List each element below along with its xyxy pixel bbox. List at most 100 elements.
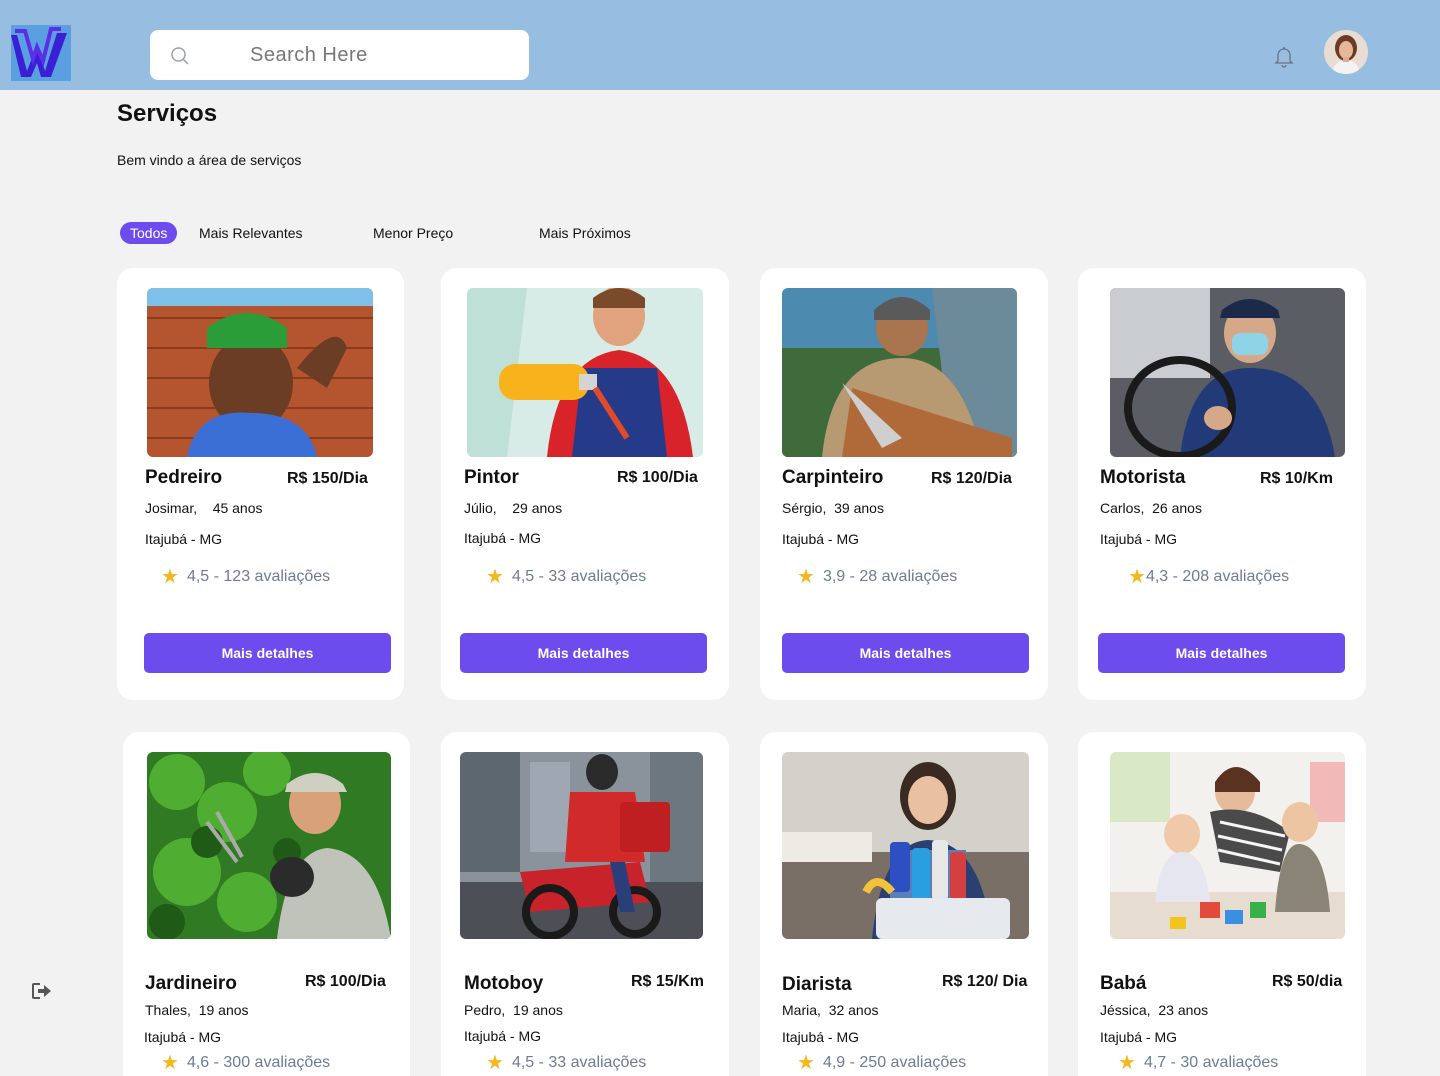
provider-name-age: Maria, 32 anos — [782, 1002, 879, 1018]
service-photo-diarista — [782, 752, 1029, 939]
provider-rating: ★ 4,7 - 30 avaliações — [1118, 1053, 1278, 1073]
star-icon: ★ — [797, 1052, 815, 1074]
provider-name: Júlio, — [464, 500, 497, 516]
provider-name: Carlos, — [1100, 500, 1145, 516]
service-title: Pedreiro — [145, 467, 223, 488]
provider-location: Itajubá - MG — [1100, 531, 1178, 547]
provider-location: Itajubá - MG — [144, 1029, 222, 1045]
details-button[interactable]: Mais detalhes — [782, 633, 1029, 673]
provider-name: Maria, — [782, 1002, 821, 1018]
service-card-motoboy: Motoboy R$ 15/Km Pedro, 19 anos Itajubá … — [441, 732, 729, 1076]
logout-icon[interactable] — [32, 983, 52, 999]
provider-rating: ★ 4,9 - 250 avaliações — [797, 1053, 966, 1073]
provider-age: 23 anos — [1158, 1002, 1209, 1018]
service-card-baba: Babá R$ 50/dia Jéssica, 23 anos Itajubá … — [1078, 732, 1366, 1076]
details-button[interactable]: Mais detalhes — [144, 633, 391, 673]
rating-text: 4,3 - 208 avaliações — [1145, 568, 1290, 585]
provider-age: 32 anos — [828, 1002, 879, 1018]
service-price: R$ 50/dia — [1272, 973, 1343, 990]
service-card-pedreiro: Pedreiro R$ 150/Dia Josimar, 45 anos Ita… — [117, 268, 404, 700]
top-bar — [0, 0, 1440, 90]
provider-age: 19 anos — [513, 1002, 563, 1018]
provider-name-age: Júlio, 29 anos — [464, 500, 562, 516]
search-input[interactable] — [250, 40, 510, 70]
service-photo-motoboy — [460, 752, 703, 939]
provider-location: Itajubá - MG — [1100, 1029, 1178, 1045]
provider-name-age: Carlos, 26 anos — [1100, 500, 1202, 516]
rating-text: 4,7 - 30 avaliações — [1143, 1054, 1279, 1071]
provider-name: Jéssica, — [1100, 1002, 1151, 1018]
star-icon: ★ — [486, 1052, 504, 1074]
provider-age: 45 anos — [212, 500, 263, 516]
bell-icon[interactable] — [1272, 44, 1296, 68]
search-icon — [171, 47, 189, 65]
provider-rating: ★ 4,5 - 33 avaliações — [486, 1053, 646, 1073]
rating-text: 4,5 - 33 avaliações — [511, 568, 647, 585]
provider-name-age: Thales, 19 anos — [145, 1002, 249, 1018]
provider-location: Itajubá - MG — [464, 1028, 542, 1044]
service-price: R$ 10/Km — [1260, 470, 1333, 487]
provider-name: Pedro, — [464, 1002, 506, 1018]
rating-text: 4,5 - 123 avaliações — [186, 568, 331, 585]
rating-text: 4,9 - 250 avaliações — [822, 1054, 967, 1071]
provider-name: Sérgio, — [782, 500, 827, 516]
provider-age: 19 anos — [198, 1002, 249, 1018]
service-photo-baba — [1110, 752, 1345, 939]
provider-name: Thales, — [145, 1002, 191, 1018]
service-photo-jardineiro — [147, 752, 391, 939]
service-title: Motoboy — [464, 973, 544, 994]
star-icon: ★ — [161, 566, 179, 588]
rating-text: 4,5 - 33 avaliações — [511, 1054, 647, 1071]
service-price: R$ 150/Dia — [287, 470, 368, 487]
provider-name-age: Jéssica, 23 anos — [1100, 1002, 1208, 1018]
page-subtitle: Bem vindo a área de serviços — [117, 152, 302, 168]
star-icon: ★ — [1128, 566, 1146, 588]
provider-name-age: Sérgio, 39 anos — [782, 500, 884, 516]
rating-text: 3,9 - 28 avaliações — [822, 568, 958, 585]
filter-mais-relevantes[interactable]: Mais Relevantes — [199, 222, 303, 244]
provider-name-age: Pedro, 19 anos — [464, 1002, 563, 1018]
service-card-diarista: Diarista R$ 120/ Dia Maria, 32 anos Itaj… — [760, 732, 1048, 1076]
service-title: Motorista — [1100, 467, 1186, 488]
provider-rating: ★ 4,6 - 300 avaliações — [161, 1053, 330, 1073]
star-icon: ★ — [1118, 1052, 1136, 1074]
provider-name-age: Josimar, 45 anos — [145, 500, 263, 516]
filter-todos[interactable]: Todos — [120, 222, 178, 244]
provider-name: Josimar, — [145, 500, 198, 516]
logo-icon[interactable] — [11, 25, 71, 81]
provider-location: Itajubá - MG — [145, 531, 223, 547]
avatar[interactable] — [1324, 30, 1368, 74]
provider-location: Itajubá - MG — [782, 531, 860, 547]
rating-text: 4,6 - 300 avaliações — [186, 1054, 331, 1071]
service-title: Jardineiro — [145, 973, 237, 994]
star-icon: ★ — [486, 566, 504, 588]
search-bar[interactable] — [150, 30, 529, 80]
service-photo-motorista — [1110, 288, 1345, 457]
service-price: R$ 100/Dia — [305, 973, 386, 990]
service-photo-pedreiro — [147, 288, 373, 457]
service-photo-pintor — [467, 288, 703, 457]
provider-age: 39 anos — [834, 500, 884, 516]
details-button[interactable]: Mais detalhes — [1098, 633, 1345, 673]
provider-age: 29 anos — [512, 500, 563, 516]
page-title: Serviços — [117, 100, 218, 127]
provider-location: Itajubá - MG — [464, 530, 542, 546]
service-price: R$ 120/Dia — [931, 470, 1012, 487]
service-title: Pintor — [464, 467, 519, 488]
provider-rating: ★ 4,5 - 33 avaliações — [486, 567, 646, 587]
provider-rating: ★ 4,5 - 123 avaliações — [161, 567, 330, 587]
filter-mais-proximos[interactable]: Mais Próximos — [539, 222, 631, 244]
details-button[interactable]: Mais detalhes — [460, 633, 707, 673]
service-title: Diarista — [782, 974, 852, 995]
star-icon: ★ — [797, 566, 815, 588]
star-icon: ★ — [161, 1052, 179, 1074]
provider-rating: ★ 4,3 - 208 avaliações — [1128, 567, 1289, 587]
service-title: Carpinteiro — [782, 467, 884, 488]
provider-rating: ★ 3,9 - 28 avaliações — [797, 567, 957, 587]
service-photo-carpinteiro — [782, 288, 1017, 457]
service-price: R$ 15/Km — [631, 973, 704, 990]
service-price: R$ 100/Dia — [617, 469, 698, 486]
provider-location: Itajubá - MG — [782, 1029, 860, 1045]
service-price: R$ 120/ Dia — [942, 973, 1028, 990]
filter-menor-preco[interactable]: Menor Preço — [373, 222, 453, 244]
